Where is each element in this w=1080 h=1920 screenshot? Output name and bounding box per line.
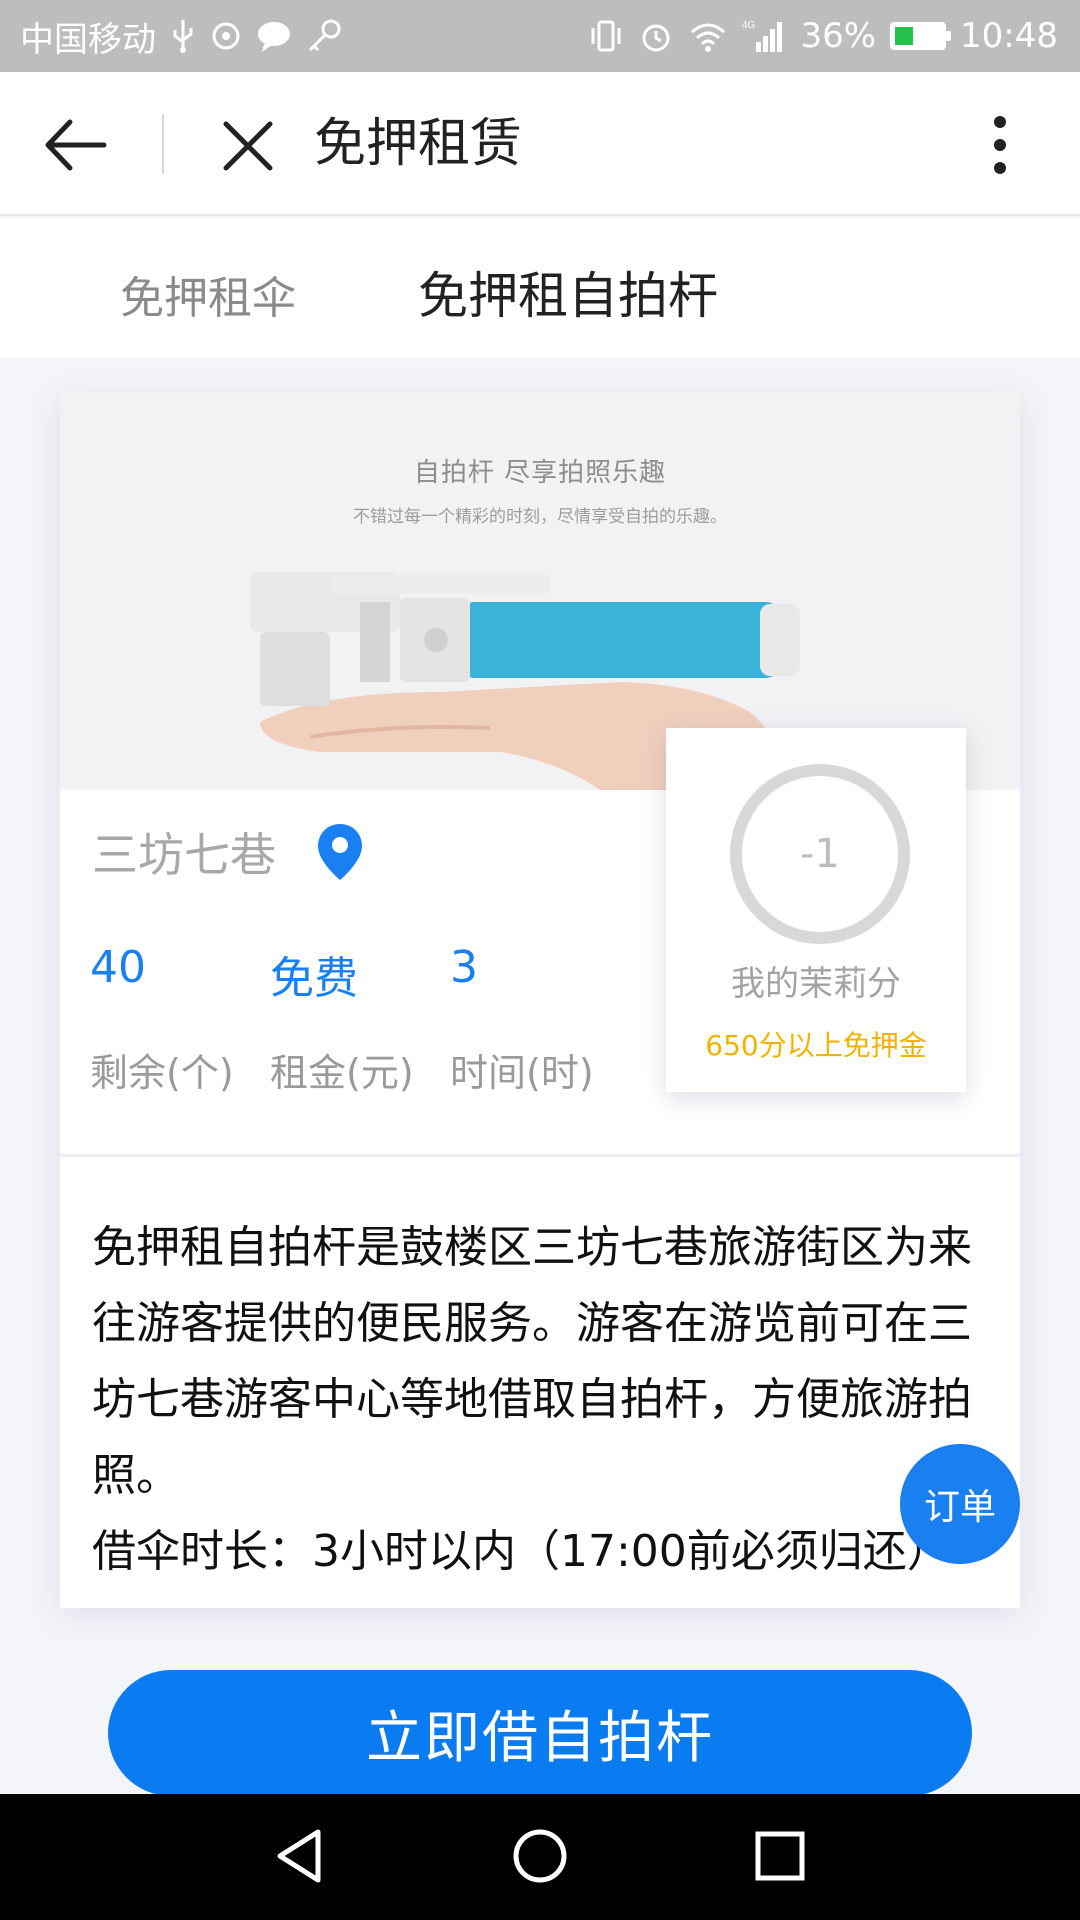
time-label: 时间(时): [450, 1051, 594, 1095]
stats-values: 40 免费 3: [90, 942, 630, 1004]
remaining-value: 40: [90, 942, 146, 993]
back-arrow-icon[interactable]: [40, 112, 110, 178]
location-pin-icon[interactable]: [316, 822, 364, 882]
nav-home-icon[interactable]: [508, 1824, 572, 1888]
tab-umbrella[interactable]: 免押租伞: [120, 262, 296, 326]
signal-icon: 4G: [742, 20, 783, 52]
rent-label: 租金(元): [270, 1051, 414, 1095]
score-hint: 650分以上免押金: [705, 1029, 927, 1062]
vibrate-icon: [591, 20, 621, 52]
clock: 10:48: [960, 16, 1058, 56]
stats-labels: 剩余(个) 租金(元) 时间(时): [90, 1042, 650, 1095]
carrier-label: 中国移动: [20, 19, 156, 60]
wifi-icon: [691, 23, 726, 52]
score-ring: -1: [730, 764, 910, 944]
location-name: 三坊七巷: [92, 828, 276, 882]
description-para-1: 免押租自拍杆是鼓楼区三坊七巷旅游街区为来往游客提供的便民服务。游客在游览前可在三…: [92, 1222, 972, 1501]
location-row: 三坊七巷: [92, 822, 364, 882]
nav-recents-icon[interactable]: [748, 1824, 812, 1888]
tab-bar: 免押租伞 免押租自拍杆: [0, 218, 1080, 358]
svg-text:4G: 4G: [742, 20, 756, 31]
alarm-icon: [642, 24, 670, 52]
remaining-label: 剩余(个): [90, 1051, 234, 1095]
battery-percent: 36%: [800, 16, 877, 56]
order-button[interactable]: 订单: [900, 1444, 1020, 1564]
sync-icon: [212, 22, 240, 50]
score-label: 我的茉莉分: [731, 964, 901, 1004]
description: 免押租自拍杆是鼓楼区三坊七巷旅游街区为来往游客提供的便民服务。游客在游览前可在三…: [92, 1210, 972, 1590]
status-bar: 中国移动 4G 36% 10:48: [0, 0, 1080, 72]
title-bar: 免押租赁: [0, 72, 1080, 216]
nav-back-icon[interactable]: [268, 1824, 332, 1888]
page-title: 免押租赁: [314, 114, 523, 174]
key-icon: [308, 19, 341, 52]
score-value: -1: [800, 831, 840, 877]
score-card[interactable]: -1 我的茉莉分 650分以上免押金: [666, 728, 966, 1092]
description-para-2: 借伞时长：3小时以内（17:00前必须归还）: [92, 1526, 951, 1577]
section-divider: [60, 1154, 1020, 1157]
rent-value: 免费: [270, 953, 358, 1004]
status-bar-right: 4G 36% 10:48: [588, 0, 1058, 72]
close-icon[interactable]: [218, 116, 278, 176]
borrow-button[interactable]: 立即借自拍杆: [108, 1670, 972, 1796]
time-value: 3: [450, 942, 478, 993]
title-divider: [162, 114, 164, 174]
status-bar-left: 中国移动: [20, 0, 342, 72]
usb-icon: [173, 20, 193, 53]
system-nav-bar: [0, 1794, 1080, 1920]
tab-selfie-stick[interactable]: 免押租自拍杆: [418, 256, 718, 328]
more-options-icon[interactable]: [980, 112, 1020, 178]
battery-icon: [890, 22, 952, 50]
message-icon: [258, 22, 290, 52]
